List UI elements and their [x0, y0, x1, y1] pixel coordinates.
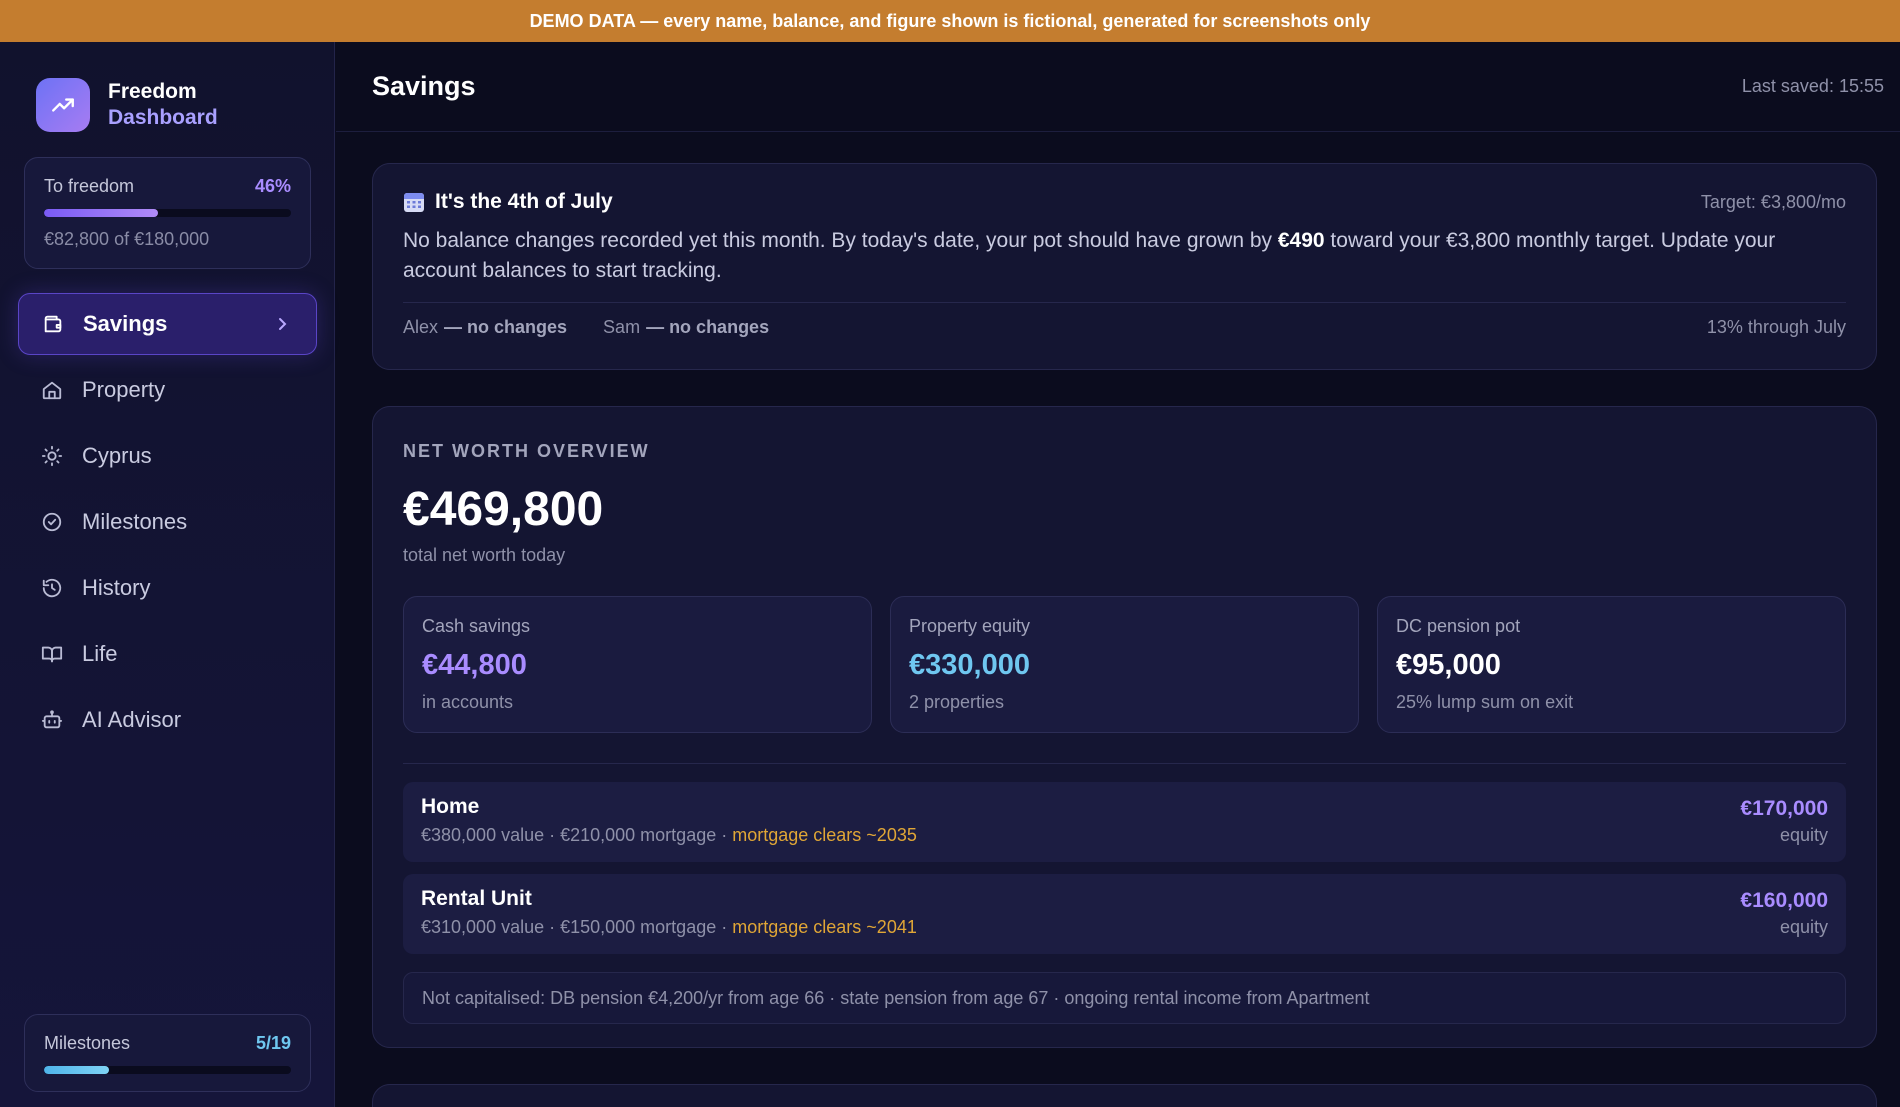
monthly-target: Target: €3,800/mo	[1700, 192, 1846, 212]
monthly-status-card: It's the 4th of July Target: €3,800/mo N…	[372, 163, 1877, 370]
net-worth-total-caption: total net worth today	[403, 545, 566, 565]
property-detail: €310,000 value · €150,000 mortgage · mor…	[421, 917, 1828, 938]
nav-item-milestones[interactable]: Milestones	[18, 491, 317, 553]
stat-value: €95,000	[1396, 649, 1501, 681]
property-equity: €170,000 equity	[1740, 797, 1828, 846]
nav-item-ai-advisor[interactable]: AI Advisor	[18, 689, 317, 751]
stat-card-dc-pension: DC pension pot €95,000 25% lump sum on e…	[1377, 596, 1846, 733]
property-values: €310,000 value · €150,000 mortgage ·	[421, 917, 733, 937]
expected-growth-amount: €490	[1277, 229, 1325, 252]
property-equity-value: €170,000	[1740, 797, 1828, 820]
month-progress: 13% through July	[1706, 317, 1846, 337]
main-nav: Savings Property Cyprus Milestones Histo…	[18, 293, 317, 755]
property-name: Home	[421, 795, 480, 818]
milestones-progress-label: Milestones	[44, 1033, 131, 1053]
stat-value: €44,800	[422, 649, 527, 681]
stat-caption: 2 properties	[909, 692, 1005, 712]
stat-card-cash-savings: Cash savings €44,800 in accounts	[403, 596, 872, 733]
brand[interactable]: Freedom Dashboard	[36, 78, 218, 132]
sun-icon	[40, 444, 64, 468]
demo-data-banner: DEMO DATA — every name, balance, and fig…	[0, 0, 1900, 42]
nav-item-label: Milestones	[82, 509, 188, 534]
property-detail: €380,000 value · €210,000 mortgage · mor…	[421, 825, 1828, 846]
stat-caption: 25% lump sum on exit	[1396, 692, 1574, 712]
wallet-icon	[41, 312, 65, 336]
monthly-status-title: It's the 4th of July	[403, 190, 1846, 214]
check-circle-icon	[40, 510, 64, 534]
nav-item-label: Savings	[83, 311, 168, 336]
nav-item-label: Life	[82, 641, 118, 666]
freedom-progress-bar	[44, 209, 291, 217]
freedom-progress-percent: 46%	[254, 176, 291, 196]
person-name: Alex	[403, 317, 439, 337]
stat-label: DC pension pot	[1396, 616, 1521, 636]
property-equity-value: €160,000	[1740, 889, 1828, 912]
sidebar: Freedom Dashboard To freedom 46% €82,800…	[0, 42, 335, 1107]
property-equity-label: equity	[1779, 825, 1828, 845]
banner-text: DEMO DATA — every name, balance, and fig…	[529, 10, 1371, 31]
home-icon	[40, 378, 64, 402]
property-values: €380,000 value · €210,000 mortgage ·	[421, 825, 733, 845]
net-worth-overview-card: NET WORTH OVERVIEW €469,800 total net wo…	[372, 406, 1877, 1048]
stat-value: €330,000	[909, 649, 1030, 681]
page-header: Savings Last saved: 15:55	[336, 42, 1900, 132]
next-section-card	[372, 1084, 1877, 1107]
property-equity-label: equity	[1779, 917, 1828, 937]
stat-card-property-equity: Property equity €330,000 2 properties	[890, 596, 1359, 733]
freedom-progress-label: To freedom	[44, 176, 135, 196]
milestones-progress-card: Milestones 5/19	[24, 1014, 311, 1092]
freedom-progress-card: To freedom 46% €82,800 of €180,000	[24, 157, 311, 269]
history-icon	[40, 576, 64, 600]
nav-item-label: Cyprus	[82, 443, 152, 468]
person-change-status: — no changes	[646, 317, 770, 337]
property-row-rental-unit[interactable]: Rental Unit €310,000 value · €150,000 mo…	[403, 874, 1846, 954]
not-capitalised-note: Not capitalised: DB pension €4,200/yr fr…	[403, 972, 1846, 1024]
nav-item-history[interactable]: History	[18, 557, 317, 619]
net-worth-total: €469,800	[403, 483, 604, 536]
property-row-home[interactable]: Home €380,000 value · €210,000 mortgage …	[403, 782, 1846, 862]
nav-item-label: AI Advisor	[82, 707, 182, 732]
last-saved-status: Last saved: 15:55	[1741, 76, 1884, 96]
nav-item-savings[interactable]: Savings	[18, 293, 317, 355]
person-name: Sam	[603, 317, 641, 337]
monthly-status-message: No balance changes recorded yet this mon…	[403, 226, 1846, 286]
mortgage-clears: mortgage clears ~2035	[732, 825, 917, 845]
page-title: Savings	[372, 71, 476, 101]
mortgage-clears: mortgage clears ~2041	[732, 917, 917, 937]
freedom-progress-amount: €82,800 of €180,000	[44, 229, 210, 249]
freedom-progress-fill	[44, 209, 158, 217]
person-status-row: Alex — no changes Sam — no changes 13% thr…	[403, 317, 1846, 338]
person-status: Sam — no changes	[603, 317, 769, 338]
stat-caption: in accounts	[422, 692, 514, 712]
divider	[403, 763, 1846, 764]
robot-icon	[40, 708, 64, 732]
calendar-icon	[404, 193, 424, 212]
nav-item-cyprus[interactable]: Cyprus	[18, 425, 317, 487]
person-status: Alex — no changes	[403, 317, 567, 338]
nav-item-label: History	[82, 575, 151, 600]
chevron-right-icon	[276, 313, 290, 341]
monthly-status-title-text: It's the 4th of July	[435, 190, 613, 213]
person-change-status: — no changes	[444, 317, 568, 337]
book-icon	[40, 642, 64, 666]
divider	[403, 302, 1846, 303]
stat-label: Cash savings	[422, 616, 531, 636]
nav-item-property[interactable]: Property	[18, 359, 317, 421]
message-text: No balance changes recorded yet this mon…	[403, 229, 1278, 252]
milestones-progress-bar	[44, 1066, 291, 1074]
stat-row: Cash savings €44,800 in accounts Propert…	[403, 596, 1846, 733]
nav-item-life[interactable]: Life	[18, 623, 317, 685]
property-name: Rental Unit	[421, 887, 532, 910]
stat-label: Property equity	[909, 616, 1031, 636]
trending-up-icon	[36, 78, 90, 132]
brand-title: Freedom	[108, 80, 197, 103]
brand-subtitle: Dashboard	[108, 106, 218, 129]
milestones-progress-count: 5/19	[255, 1033, 291, 1053]
nav-item-label: Property	[82, 377, 166, 402]
milestones-progress-fill	[44, 1066, 109, 1074]
property-equity: €160,000 equity	[1740, 889, 1828, 938]
section-title: NET WORTH OVERVIEW	[403, 441, 650, 461]
